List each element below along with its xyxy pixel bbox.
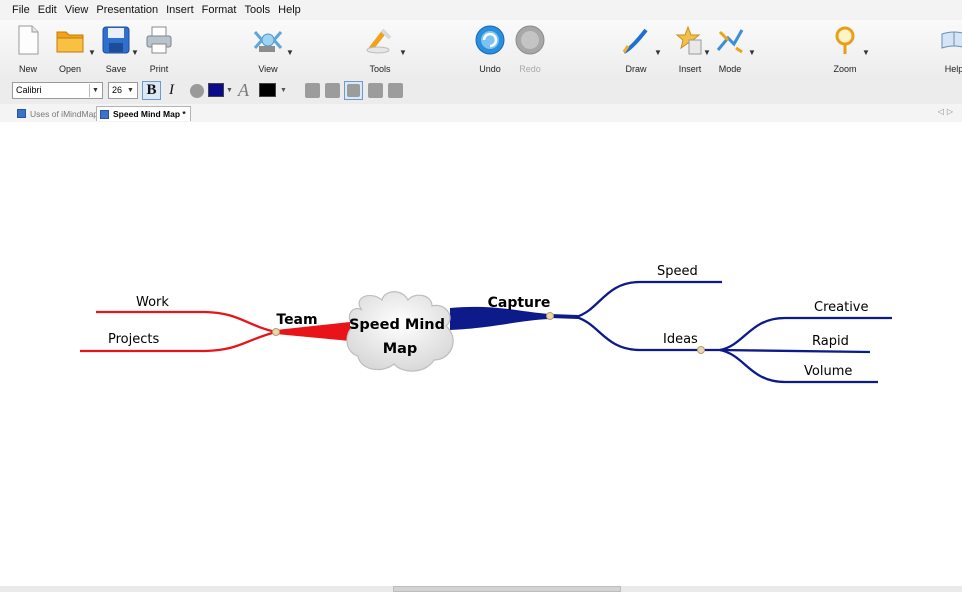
zoom-label: Zoom	[833, 64, 857, 74]
rapid-branch[interactable]	[719, 348, 871, 354]
document-tab-bar: Uses of iMindMap * Speed Mind Map *	[0, 104, 962, 123]
capture-to-fork[interactable]	[549, 314, 579, 319]
tab-label: Speed Mind Map *	[113, 109, 186, 119]
insert-label: Insert	[678, 64, 702, 74]
text-color-swatch[interactable]	[259, 83, 276, 97]
help-label: Help	[944, 64, 962, 74]
menu-view[interactable]: View	[65, 4, 89, 16]
volume-branch[interactable]	[719, 348, 878, 384]
open-folder-icon	[56, 31, 84, 53]
capture-joint	[546, 312, 554, 320]
shape-style-icon[interactable]	[368, 83, 383, 98]
team-label[interactable]: Team	[276, 312, 317, 328]
fill-color-swatch[interactable]	[208, 83, 224, 97]
creative-label[interactable]: Creative	[814, 300, 869, 315]
central-topic[interactable]: Speed Mind Map	[346, 291, 454, 372]
font-size-value: 26	[112, 85, 123, 95]
mode-label: Mode	[718, 64, 742, 74]
undo-label: Undo	[479, 64, 501, 74]
font-size-select[interactable]: 26 ▼	[108, 82, 138, 99]
horizontal-scrollbar[interactable]	[0, 586, 962, 592]
text-style-button[interactable]: A	[238, 81, 256, 99]
align-left-icon[interactable]	[305, 83, 320, 98]
draw-label: Draw	[625, 64, 647, 74]
font-dropdown-icon[interactable]: ▼	[89, 84, 101, 97]
format-toolbar: Calibri ▼ 26 ▼ B I ▼ A ▼	[0, 78, 962, 104]
new-label: New	[18, 64, 37, 74]
tools-icon	[366, 28, 392, 54]
ideas-branch[interactable]	[575, 315, 720, 352]
redo-label: Redo	[519, 64, 541, 74]
tab-uses-of-imindmap[interactable]: Uses of iMindMap *	[14, 106, 108, 121]
mode-icon	[716, 29, 744, 54]
ideas-label[interactable]: Ideas	[663, 332, 698, 347]
italic-button[interactable]: I	[164, 82, 179, 99]
projects-label[interactable]: Projects	[108, 332, 159, 347]
draw-pen-icon	[622, 28, 648, 54]
ideas-joint	[697, 346, 705, 354]
save-label: Save	[105, 64, 127, 74]
menu-insert[interactable]: Insert	[166, 4, 194, 16]
tab-label: Uses of iMindMap *	[30, 108, 104, 119]
help-book-icon	[941, 31, 962, 49]
work-branch[interactable]	[96, 310, 277, 334]
menu-tools[interactable]: Tools	[244, 4, 270, 16]
text-color-dropdown-icon[interactable]: ▼	[280, 82, 290, 99]
draw-dropdown-icon[interactable]: ▼	[654, 48, 662, 57]
view-map-icon	[253, 31, 283, 52]
map-document-icon	[100, 109, 109, 119]
printer-icon	[146, 26, 172, 54]
menu-presentation[interactable]: Presentation	[96, 4, 158, 16]
tools-label: Tools	[369, 64, 391, 74]
zoom-dropdown-icon[interactable]: ▼	[862, 48, 870, 57]
fill-bucket-icon[interactable]	[188, 82, 206, 99]
mind-map-canvas[interactable]: Speed Mind Map Team Work Projects Captur…	[0, 122, 962, 587]
font-size-dropdown-icon[interactable]: ▼	[125, 84, 136, 97]
bold-button[interactable]: B	[142, 81, 161, 100]
view-dropdown-icon[interactable]: ▼	[286, 48, 294, 57]
redo-button[interactable]: Redo	[504, 24, 556, 76]
save-disk-icon	[102, 26, 130, 54]
view-label: View	[258, 64, 278, 74]
menu-help[interactable]: Help	[278, 4, 301, 16]
font-family-value: Calibri	[16, 85, 42, 95]
menu-file[interactable]: File	[12, 4, 30, 16]
branch-style-icon[interactable]	[388, 83, 403, 98]
team-joint	[272, 328, 280, 336]
print-label: Print	[149, 64, 169, 74]
print-button[interactable]: Print	[133, 24, 185, 76]
tab-scroll-arrows[interactable]: ◁▷	[938, 107, 956, 116]
font-family-select[interactable]: Calibri ▼	[12, 82, 103, 99]
help-button[interactable]: Help	[928, 24, 962, 76]
central-topic-line2: Map	[383, 341, 418, 357]
menu-format[interactable]: Format	[202, 4, 237, 16]
align-right-button[interactable]	[344, 81, 363, 100]
volume-label[interactable]: Volume	[804, 364, 852, 379]
menu-bar: File Edit View Presentation Insert Forma…	[0, 0, 962, 20]
scrollbar-thumb[interactable]	[393, 586, 621, 592]
rapid-label[interactable]: Rapid	[812, 334, 849, 349]
menu-edit[interactable]: Edit	[38, 4, 57, 16]
insert-star-icon	[675, 25, 702, 55]
open-label: Open	[58, 64, 82, 74]
capture-label[interactable]: Capture	[488, 295, 551, 311]
main-toolbar: New Open ▼ Save ▼ Print View ▼ Tools ▼ U…	[0, 20, 962, 78]
redo-icon	[515, 25, 545, 55]
central-topic-line1: Speed Mind	[349, 317, 445, 333]
align-center-icon[interactable]	[325, 83, 340, 98]
mode-dropdown-icon[interactable]: ▼	[748, 48, 756, 57]
speed-label[interactable]: Speed	[657, 264, 698, 279]
fill-color-dropdown-icon[interactable]: ▼	[226, 82, 234, 99]
align-right-icon	[347, 84, 360, 97]
undo-icon	[475, 25, 505, 55]
work-label[interactable]: Work	[136, 295, 169, 310]
tools-dropdown-icon[interactable]: ▼	[399, 48, 407, 57]
map-document-icon	[17, 109, 26, 118]
creative-branch[interactable]	[719, 316, 892, 352]
mind-map-svg: Speed Mind Map Team Work Projects Captur…	[80, 264, 892, 384]
speed-branch[interactable]	[575, 280, 722, 319]
tab-speed-mind-map[interactable]: Speed Mind Map *	[96, 106, 191, 121]
new-document-icon	[18, 25, 39, 55]
zoom-magnifier-icon	[835, 26, 855, 54]
